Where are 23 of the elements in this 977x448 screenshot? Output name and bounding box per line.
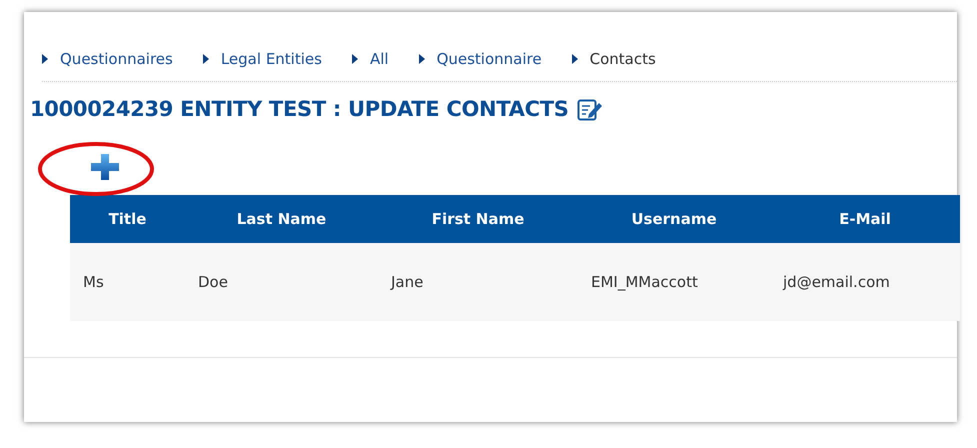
triangle-icon [572, 54, 578, 64]
triangle-icon [202, 54, 209, 64]
column-header[interactable]: Username [578, 195, 770, 243]
column-header[interactable]: Title [70, 195, 185, 243]
column-header[interactable]: E-Mail [770, 195, 960, 243]
breadcrumb-link[interactable]: All [352, 48, 389, 70]
triangle-icon [352, 54, 358, 64]
table-cell: EMI_MMaccott [578, 243, 770, 321]
add-button[interactable] [90, 153, 120, 181]
triangle-icon [42, 54, 48, 64]
breadcrumb-link[interactable]: Questionnaires [42, 48, 173, 70]
table-cell: Ms [70, 243, 185, 321]
table-cell: Jane [378, 243, 578, 321]
edit-icon[interactable] [576, 97, 603, 122]
column-header[interactable]: First Name [378, 195, 578, 243]
table-cell: Doe [185, 243, 378, 321]
column-header[interactable]: Last Name [185, 195, 378, 243]
table-cell: jd@email.com [770, 243, 960, 321]
triangle-icon [418, 54, 425, 64]
breadcrumb-link[interactable]: Contacts [572, 48, 656, 70]
breadcrumb-link[interactable]: Questionnaire [418, 48, 542, 70]
page-title: 1000024239 ENTITY TEST : UPDATE CONTACTS [30, 96, 569, 122]
breadcrumb-link[interactable]: Legal Entities [202, 48, 322, 70]
